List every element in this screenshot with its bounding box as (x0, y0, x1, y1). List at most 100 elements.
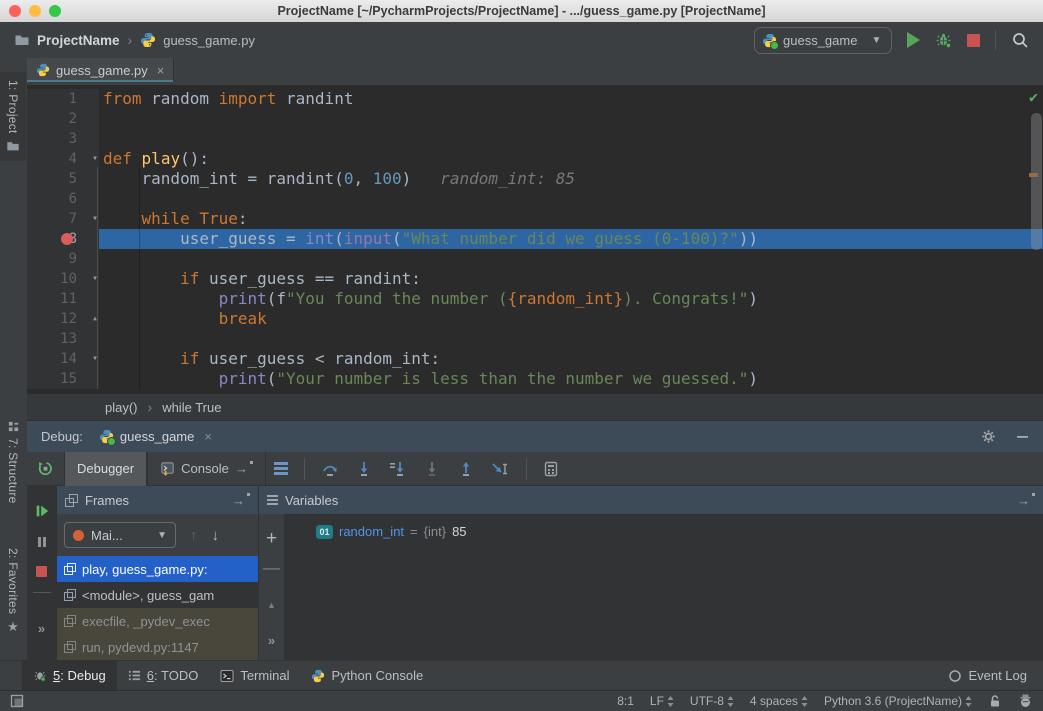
breakpoint-dot[interactable] (61, 233, 73, 245)
inspections-ok-icon[interactable]: ✔ (1029, 87, 1038, 107)
step-out-icon[interactable] (457, 461, 475, 477)
stop-button[interactable] (967, 34, 980, 47)
code-editor[interactable]: 1from random import randint234▾def play(… (27, 85, 1043, 394)
scroll-to-source-icon[interactable]: → (1017, 493, 1035, 508)
toolbar-tab-terminal[interactable]: Terminal (209, 661, 300, 691)
step-over-icon[interactable] (321, 461, 339, 477)
code-line-6[interactable]: 6 (27, 189, 1043, 209)
interpreter-select[interactable]: Python 3.6 (ProjectName) (824, 694, 972, 708)
run-button[interactable] (907, 32, 920, 48)
gutter-line-15[interactable]: 15 (27, 369, 99, 389)
code-line-3[interactable]: 3 (27, 129, 1043, 149)
gutter-line-5[interactable]: 5 (27, 169, 99, 189)
code-line-9[interactable]: 9 (27, 249, 1043, 269)
debug-session-tab[interactable]: guess_game × (99, 429, 212, 444)
gutter-line-2[interactable]: 2 (27, 109, 99, 129)
indent-select[interactable]: 4 spaces (750, 694, 808, 708)
gutter-line-12[interactable]: 12▴ (27, 309, 99, 329)
gutter-line-4[interactable]: 4▾ (27, 149, 99, 169)
settings-gear-icon[interactable] (981, 429, 996, 444)
more-actions-icon[interactable]: » (268, 633, 275, 648)
debug-button[interactable] (935, 32, 952, 49)
zoom-window-button[interactable] (49, 5, 61, 17)
event-log-label[interactable]: Event Log (968, 668, 1027, 683)
close-window-button[interactable] (9, 5, 21, 17)
toggle-tool-windows-icon[interactable] (10, 694, 24, 708)
frame-row[interactable]: execfile, _pydev_exec (57, 608, 258, 634)
frame-row[interactable]: <module>, guess_gam (57, 582, 258, 608)
force-step-into-icon[interactable] (389, 461, 407, 477)
more-actions-icon[interactable]: » (38, 621, 45, 636)
code-line-12[interactable]: 12▴ break (27, 309, 1043, 329)
evaluate-expression-icon[interactable] (543, 461, 559, 477)
code-text: while True: (99, 209, 1043, 229)
code-line-8[interactable]: 8 user_guess = int(input("What number di… (27, 229, 1043, 249)
code-line-2[interactable]: 2 (27, 109, 1043, 129)
run-to-cursor-icon[interactable] (491, 461, 510, 477)
sidebar-item-project[interactable]: 1: Project (0, 72, 26, 161)
thread-select[interactable]: Mai... ▼ (64, 522, 176, 548)
scroll-up-icon[interactable]: ▴ (269, 600, 274, 611)
caret-position[interactable]: 8:1 (617, 694, 634, 708)
scroll-to-source-icon[interactable]: → (232, 493, 250, 508)
run-configuration-select[interactable]: guess_game ▼ (754, 27, 892, 54)
next-frame-icon[interactable]: ↓ (212, 527, 220, 544)
code-line-13[interactable]: 13 (27, 329, 1043, 349)
close-icon[interactable]: × (157, 63, 165, 78)
step-out-of-block-icon[interactable] (423, 461, 441, 477)
breadcrumb-project[interactable]: ProjectName (37, 33, 120, 48)
code-line-10[interactable]: 10▾ if user_guess == randint: (27, 269, 1043, 289)
gutter-line-6[interactable]: 6 (27, 189, 99, 209)
gutter-line-11[interactable]: 11 (27, 289, 99, 309)
toolbar-tab-debug[interactable]: 5: Debug (22, 661, 117, 691)
gutter-line-10[interactable]: 10▾ (27, 269, 99, 289)
inspection-profile-icon[interactable] (1018, 694, 1033, 708)
code-line-15[interactable]: 15 print("Your number is less than the n… (27, 369, 1043, 389)
tab-console[interactable]: Console → (147, 452, 266, 486)
lock-icon[interactable] (988, 694, 1002, 708)
code-line-5[interactable]: 5 random_int = randint(0, 100) random_in… (27, 169, 1043, 189)
frame-row[interactable]: play, guess_game.py: (57, 556, 258, 582)
breadcrumb-block[interactable]: while True (162, 400, 221, 415)
fold-marker-icon[interactable]: ▾ (92, 149, 98, 169)
code-line-7[interactable]: 7▾ while True: (27, 209, 1043, 229)
remove-watch-icon[interactable]: — (263, 558, 280, 578)
gutter-line-8[interactable]: 8 (27, 229, 99, 249)
gutter-line-13[interactable]: 13 (27, 329, 99, 349)
code-line-1[interactable]: 1from random import randint (27, 89, 1043, 109)
breadcrumb-file[interactable]: guess_game.py (163, 33, 255, 48)
encoding-select[interactable]: UTF-8 (690, 694, 734, 708)
code-line-11[interactable]: 11 print(f"You found the number ({random… (27, 289, 1043, 309)
editor-tab-guess-game[interactable]: guess_game.py × (27, 58, 174, 82)
search-everywhere-icon[interactable] (1011, 31, 1029, 49)
stop-process-icon[interactable] (35, 565, 48, 578)
tab-debugger[interactable]: Debugger (64, 452, 147, 486)
error-stripe-mark[interactable] (1029, 173, 1038, 177)
step-into-icon[interactable] (355, 461, 373, 477)
sidebar-item-favorites[interactable]: 2: Favorites ★ (0, 548, 26, 635)
previous-frame-icon[interactable]: ↑ (190, 527, 198, 544)
sidebar-item-structure[interactable]: 7: Structure (0, 420, 26, 504)
pause-program-icon[interactable] (35, 535, 49, 549)
show-execution-point-icon[interactable] (274, 462, 288, 475)
hide-tool-window-icon[interactable] (1016, 430, 1029, 443)
line-ending-select[interactable]: LF (650, 694, 674, 708)
breadcrumb-function[interactable]: play() (105, 400, 138, 415)
add-watch-icon[interactable]: + (266, 528, 277, 550)
close-icon[interactable]: × (204, 429, 212, 444)
frame-row[interactable]: run, pydevd.py:1147 (57, 634, 258, 660)
code-line-4[interactable]: 4▾def play(): (27, 149, 1043, 169)
toolbar-tab-python-console[interactable]: Python Console (300, 661, 434, 691)
gutter-line-3[interactable]: 3 (27, 129, 99, 149)
variable-row[interactable]: 01random_int = {int}85 (284, 514, 1043, 539)
gutter-line-9[interactable]: 9 (27, 249, 99, 269)
gutter-line-7[interactable]: 7▾ (27, 209, 99, 229)
gutter-line-14[interactable]: 14▾ (27, 349, 99, 369)
resume-program-icon[interactable] (34, 503, 50, 519)
minimize-window-button[interactable] (29, 5, 41, 17)
editor-scrollbar[interactable] (1031, 113, 1042, 250)
code-line-14[interactable]: 14▾ if user_guess < random_int: (27, 349, 1043, 369)
rerun-icon[interactable] (37, 460, 54, 477)
toolbar-tab-todo[interactable]: 6: TODO (117, 661, 210, 691)
gutter-line-1[interactable]: 1 (27, 89, 99, 109)
